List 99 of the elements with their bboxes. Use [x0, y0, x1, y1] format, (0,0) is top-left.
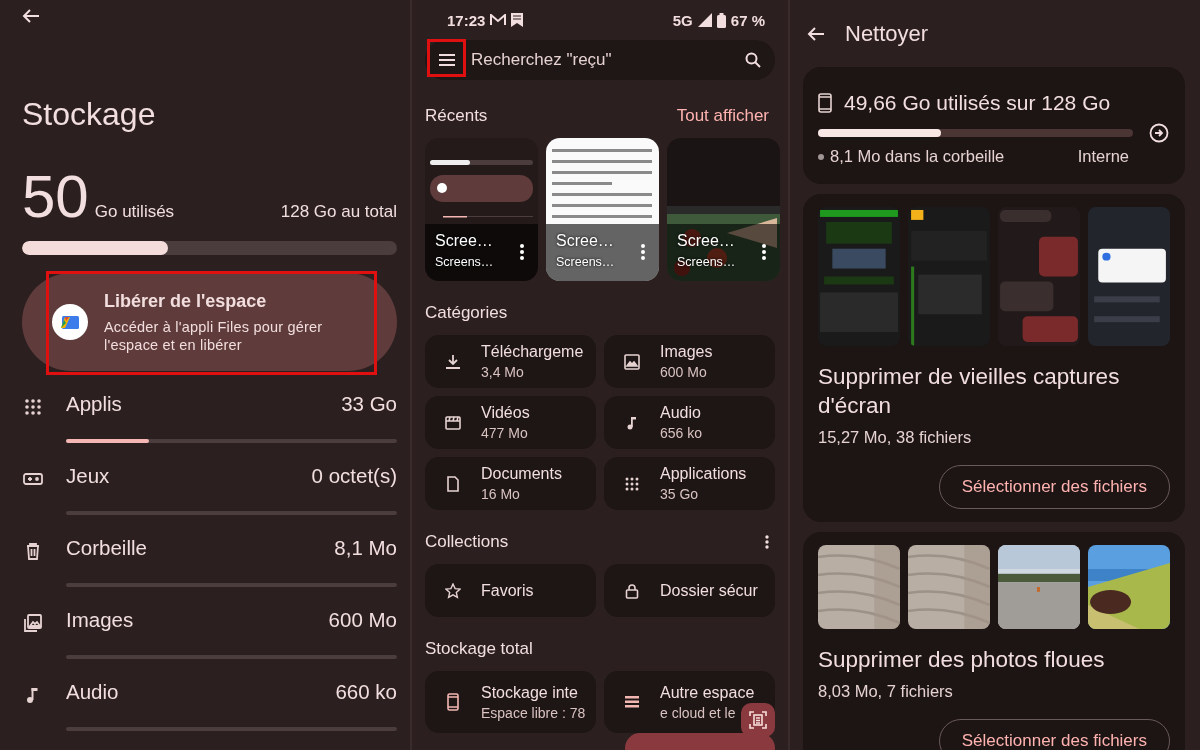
- bookmark-icon: [511, 13, 524, 27]
- search-input[interactable]: Recherchez "reçu": [469, 49, 745, 71]
- dot-icon: [818, 153, 824, 160]
- suggestion-detail: 15,27 Mo, 38 fichiers: [818, 428, 973, 447]
- section-title: Catégories: [425, 303, 508, 323]
- more-icon[interactable]: [762, 244, 766, 260]
- menu-icon: [439, 54, 455, 66]
- suggestion-title: Supprimer de vieilles captures d'écran: [818, 363, 1121, 420]
- storage-name: Autre espace: [660, 683, 755, 702]
- images-icon: [22, 613, 44, 633]
- back-icon[interactable]: [807, 25, 825, 42]
- used-unit: Go utilisés: [94, 202, 175, 222]
- collection-tile[interactable]: Dossier sécur: [604, 564, 775, 617]
- battery-icon: [716, 12, 726, 28]
- storage-name: Stockage inte: [481, 683, 579, 702]
- storage-location: Interne: [1077, 147, 1129, 166]
- section-title: Récents: [425, 106, 488, 126]
- category-name: Applis: [66, 392, 122, 416]
- more-icon[interactable]: [765, 535, 769, 549]
- total-label: 128 Go au total: [280, 202, 397, 222]
- scan-icon: [749, 711, 767, 729]
- storage-detail: Espace libre : 78: [481, 704, 586, 721]
- file-name: Scree…: [677, 232, 735, 250]
- category-name: Corbeille: [66, 536, 147, 560]
- category-tile[interactable]: Images 600 Mo: [604, 335, 775, 388]
- battery-level: 67 %: [730, 11, 765, 29]
- search-field[interactable]: Recherchez "reçu": [425, 40, 775, 80]
- file-type: Screens…: [556, 255, 615, 269]
- suggestion-title: Supprimer des photos floues: [818, 646, 1106, 674]
- back-icon[interactable]: [22, 8, 40, 24]
- category-size: 3,4 Mo: [481, 364, 525, 380]
- category-name: Audio: [660, 404, 702, 422]
- storage-tile[interactable]: Autre espace e cloud et le: [604, 671, 775, 733]
- category-size: 656 ko: [660, 425, 703, 441]
- more-icon[interactable]: [520, 244, 524, 260]
- category-size: 660 ko: [335, 680, 397, 704]
- signal-icon: [697, 13, 712, 27]
- list-icon: [624, 693, 640, 711]
- document-icon: [445, 475, 461, 492]
- category-name: Documents: [481, 465, 562, 483]
- category-size: 600 Mo: [328, 608, 397, 632]
- recent-file-card[interactable]: Scree… Screens…: [546, 138, 659, 281]
- suggestion-detail: 8,03 Mo, 7 fichiers: [818, 682, 954, 701]
- file-type: Screens…: [677, 255, 736, 269]
- arrow-circle-icon[interactable]: [1149, 123, 1169, 143]
- recent-file-card[interactable]: Scree… Screens…: [425, 138, 538, 281]
- see-all-link[interactable]: Tout afficher: [676, 106, 769, 126]
- storage-detail: e cloud et le: [660, 704, 737, 721]
- file-name: Scree…: [556, 232, 614, 250]
- image-icon: [624, 353, 640, 370]
- network-label: 5G: [672, 11, 693, 29]
- category-name: Images: [660, 343, 713, 361]
- category-size: 600 Mo: [660, 364, 708, 380]
- category-size: 8,1 Mo: [334, 536, 397, 560]
- collection-name: Dossier sécur: [660, 581, 758, 600]
- section-title: Collections: [425, 532, 509, 552]
- category-size: 33 Go: [341, 392, 397, 416]
- category-name: Téléchargeme: [481, 343, 584, 361]
- search-icon[interactable]: [745, 52, 761, 68]
- grid-icon: [22, 397, 44, 417]
- category-name: Applications: [660, 465, 747, 483]
- storage-card[interactable]: 49,66 Go utilisés sur 128 Go 8,1 Mo dans la corbeille Interne: [803, 67, 1185, 184]
- trash-size: 8,1 Mo dans la corbeille: [830, 147, 1005, 166]
- category-tile[interactable]: Téléchargeme 3,4 Mo: [425, 335, 596, 388]
- category-name: Audio: [66, 680, 119, 704]
- file-type: Screens…: [435, 255, 494, 269]
- category-size: 477 Mo: [481, 425, 529, 441]
- lock-icon: [624, 582, 640, 599]
- usage-text: 49,66 Go utilisés sur 128 Go: [844, 91, 1111, 115]
- files-app-icon: [52, 304, 88, 340]
- card-description: Accéder à l'appli Files pour gérer l'espace et en libérer: [104, 317, 324, 354]
- category-size: 35 Go: [660, 486, 700, 502]
- category-name: Images: [66, 608, 134, 632]
- category-size: 0 octet(s): [311, 464, 397, 488]
- page-title: Stockage: [22, 96, 157, 133]
- collection-name: Favoris: [481, 581, 534, 600]
- category-tile[interactable]: Vidéos 477 Mo: [425, 396, 596, 449]
- category-tile[interactable]: Documents 16 Mo: [425, 457, 596, 510]
- category-name: Jeux: [66, 464, 110, 488]
- file-name: Scree…: [435, 232, 493, 250]
- storage-tile[interactable]: Stockage inte Espace libre : 78: [425, 671, 596, 733]
- category-tile[interactable]: Audio 656 ko: [604, 396, 775, 449]
- status-time: 17:23: [447, 11, 486, 29]
- collection-tile[interactable]: Favoris: [425, 564, 596, 617]
- category-size: 16 Mo: [481, 486, 521, 502]
- film-icon: [445, 414, 461, 431]
- section-title: Stockage total: [425, 639, 533, 659]
- grid-icon: [624, 475, 640, 492]
- category-tile[interactable]: Applications 35 Go: [604, 457, 775, 510]
- download-icon: [445, 353, 461, 370]
- used-value: 50: [22, 167, 89, 227]
- star-icon: [445, 582, 461, 599]
- mail-icon: [490, 14, 507, 26]
- phone-icon: [445, 693, 461, 711]
- card-title: Libérer de l'espace: [104, 290, 268, 312]
- recent-file-card[interactable]: Scree… Screens…: [667, 138, 780, 281]
- category-name: Vidéos: [481, 404, 530, 422]
- phone-icon: [818, 93, 832, 113]
- page-title: Nettoyer: [845, 20, 929, 47]
